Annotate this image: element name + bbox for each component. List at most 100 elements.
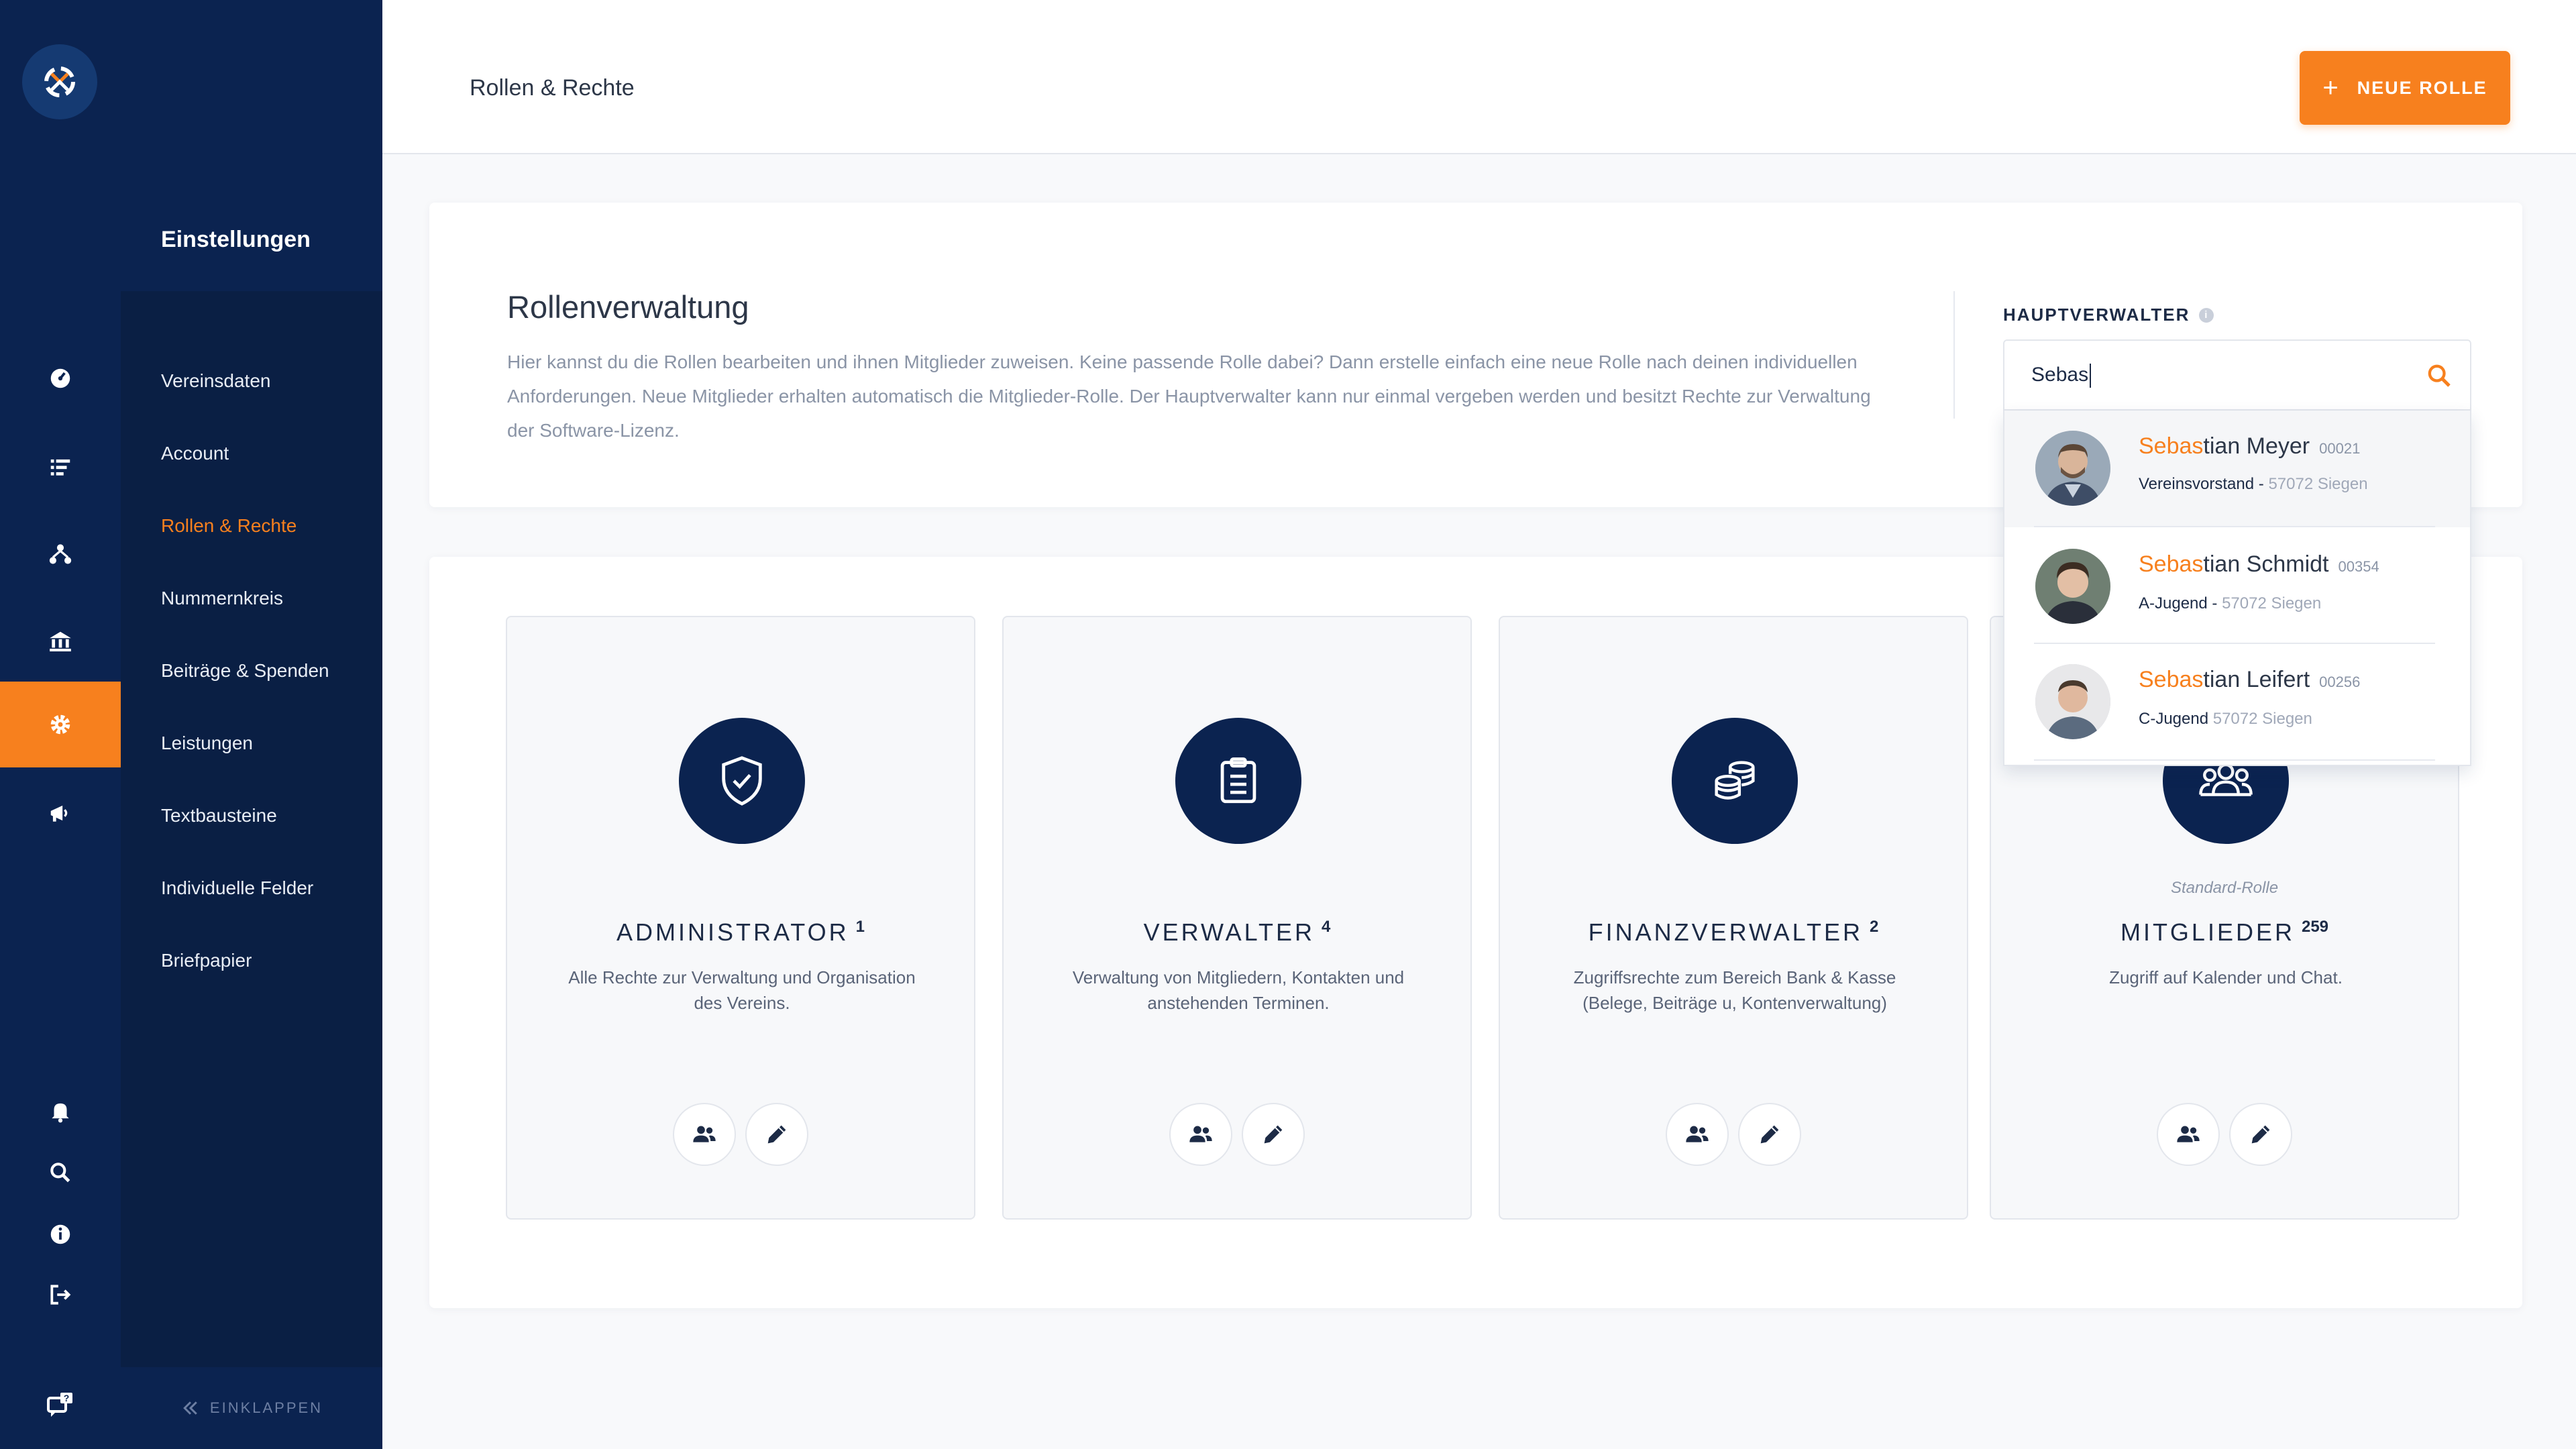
result-separator: - [2254,475,2269,493]
members-button[interactable] [1169,1103,1232,1166]
result-name: Sebastian Schmidt 00354 [2139,551,2379,578]
result-member-id: 00354 [2338,558,2379,575]
role-member-count: 2 [1870,918,1879,936]
result-name-rest: tian Schmidt [2203,551,2329,577]
main-admin-label-text: HAUPTVERWALTER [2003,305,2190,325]
result-member-id: 00021 [2319,440,2361,457]
result-separator: - [2207,594,2222,612]
role-name: MITGLIEDER [2120,918,2295,946]
sidebar-item-briefpapier[interactable]: Briefpapier [161,950,252,971]
divider [2034,759,2435,761]
collapse-button[interactable]: EINKLAPPEN [121,1367,382,1449]
role-member-count: 259 [2301,918,2329,936]
search-result-item[interactable]: Sebastian Leifert 00256 C-Jugend 57072 Si… [2004,644,2470,761]
main-admin-search-input[interactable]: Sebas [2003,339,2471,411]
sidebar-item-beitraege-spenden[interactable]: Beiträge & Spenden [161,660,329,682]
sidebar-item-textbausteine[interactable]: Textbausteine [161,805,277,826]
members-button[interactable] [673,1103,736,1166]
logout-icon[interactable] [0,1252,121,1338]
double-chevron-left-icon [183,1401,197,1415]
role-title: ADMINISTRATOR 1 [507,918,974,947]
new-role-label: NEUE ROLLE [2357,77,2487,98]
edit-button[interactable] [2229,1103,2292,1166]
search-query: Sebas [2031,364,2089,386]
role-title: FINANZVERWALTER 2 [1500,918,1967,947]
result-role: Vereinsvorstand [2139,475,2255,493]
network-icon[interactable] [0,511,121,597]
top-bar: Rollen & Rechte + NEUE ROLLE [382,0,2576,154]
list-icon[interactable] [0,424,121,510]
search-result-item[interactable]: Sebastian Schmidt 00354 A-Jugend - 57072 … [2004,527,2470,644]
shield-check-icon [679,718,805,844]
breadcrumb: Rollen & Rechte [470,75,635,101]
search-input-value: Sebas [2031,364,2092,388]
edit-button[interactable] [745,1103,808,1166]
result-name-rest: tian Meyer [2203,433,2310,459]
new-role-button[interactable]: + NEUE ROLLE [2300,51,2510,125]
sidebar-item-rollen-rechte[interactable]: Rollen & Rechte [161,515,297,537]
pencil-icon [1760,1125,1779,1144]
sidebar-header: Einstellungen [121,0,382,291]
standard-role-label: Standard-Rolle [2170,879,2279,897]
sidebar-item-individuelle-felder[interactable]: Individuelle Felder [161,877,313,899]
role-name: FINANZVERWALTER [1588,918,1863,946]
sidebar-item-leistungen[interactable]: Leistungen [161,733,253,754]
users-icon [1189,1126,1212,1142]
dashboard-icon[interactable] [0,335,121,421]
sidebar-title: Einstellungen [161,227,311,252]
result-name-rest: tian Leifert [2203,667,2310,692]
pencil-icon [767,1125,786,1144]
bank-icon[interactable] [0,598,121,684]
help-chat-icon[interactable]: ? [0,1363,121,1449]
role-actions [1991,1103,2458,1166]
text-caret [2090,364,2092,388]
result-name: Sebastian Leifert 00256 [2139,667,2360,693]
clipboard-icon [1175,718,1301,844]
role-name: ADMINISTRATOR [616,918,849,946]
role-card-finanzverwalter: FINANZVERWALTER 2 Zugriffsrechte zum Bere… [1499,616,1968,1220]
result-location: 57072 Siegen [2222,594,2322,612]
search-result-item[interactable]: Sebastian Meyer 00021 Vereinsvorstand - 5… [2004,411,2470,527]
club-logo-icon[interactable] [22,44,97,119]
role-description: Alle Rechte zur Verwaltung und Organisat… [568,967,916,1013]
role-name: VERWALTER [1143,918,1315,946]
result-location: 57072 Siegen [2268,475,2368,493]
main-admin-label: HAUPTVERWALTER i [2003,305,2214,325]
edit-button[interactable] [1242,1103,1305,1166]
role-card-verwalter: VERWALTER 4 Verwaltung von Mitgliedern, K… [1002,616,1472,1220]
coins-icon [1672,718,1798,844]
role-member-count: 4 [1322,918,1331,936]
result-member-id: 00256 [2319,674,2361,690]
role-description: Zugriff auf Kalender und Chat. [2109,967,2343,987]
icon-rail: ? [0,0,121,1449]
result-details: C-Jugend 57072 Siegen [2139,710,2312,729]
role-title: MITGLIEDER 259 [1991,918,2458,947]
pencil-icon [1264,1125,1283,1144]
result-location: 57072 Siegen [2212,710,2312,728]
role-title: VERWALTER 4 [1004,918,1470,947]
sidebar-item-nummernkreis[interactable]: Nummernkreis [161,588,283,609]
role-description: Verwaltung von Mitgliedern, Kontakten un… [1072,967,1405,1013]
info-icon[interactable]: i [2199,307,2214,323]
users-icon [2177,1126,2200,1142]
page-title: Rollenverwaltung [507,289,749,325]
sidebar-item-vereinsdaten[interactable]: Vereinsdaten [161,370,270,392]
search-icon[interactable] [2426,362,2453,389]
megaphone-icon[interactable] [0,770,121,856]
result-role: C-Jugend [2139,710,2209,728]
result-name: Sebastian Meyer 00021 [2139,433,2360,460]
members-button[interactable] [2157,1103,2220,1166]
members-button[interactable] [1666,1103,1729,1166]
result-role: A-Jugend [2139,594,2208,612]
role-card-administrator: ADMINISTRATOR 1 Alle Rechte zur Verwaltun… [506,616,975,1220]
avatar [2035,431,2110,506]
svg-text:?: ? [64,1393,70,1403]
sidebar-item-account[interactable]: Account [161,443,229,464]
edit-button[interactable] [1738,1103,1801,1166]
role-description: Zugriffsrechte zum Bereich Bank & Kasse … [1573,967,1896,1013]
settings-sidebar: Einstellungen Vereinsdaten Account Rolle… [121,0,382,1449]
gear-icon[interactable] [0,682,121,767]
users-icon [1686,1126,1709,1142]
pencil-icon [2251,1125,2270,1144]
result-name-match: Sebas [2139,433,2204,459]
